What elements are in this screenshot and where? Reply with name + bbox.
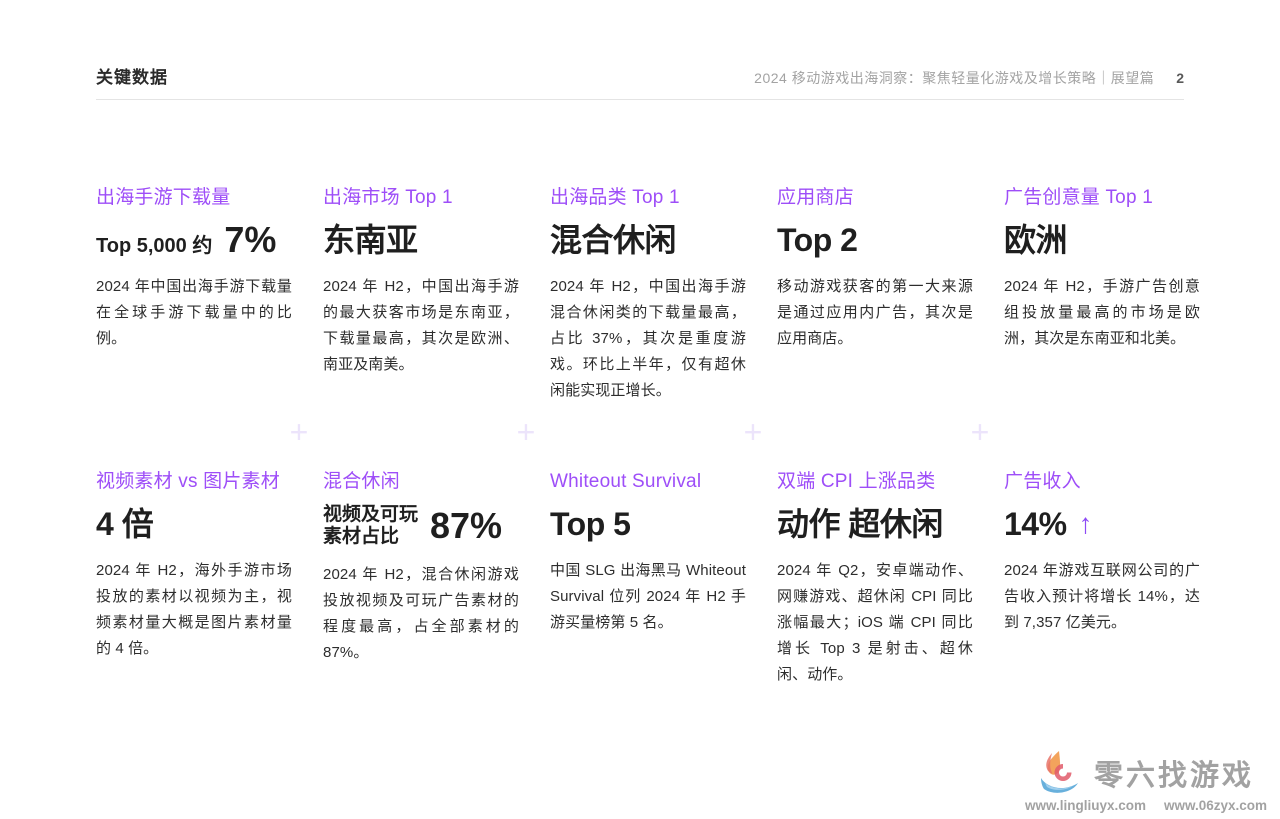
report-title: 2024 移动游戏出海洞察：聚焦轻量化游戏及增长策略｜展望篇 xyxy=(754,68,1154,88)
stat-card-downloads: 出海手游下载量 Top 5,000 约 7% 2024 年中国出海手游下载量在全… xyxy=(96,186,292,352)
headline-prefix: 视频及可玩 素材占比 xyxy=(323,504,418,548)
headline-value: 动作 超休闲 xyxy=(777,504,943,544)
stat-card-cpi-rise: 双端 CPI 上涨品类 动作 超休闲 2024 年 Q2，安卓端动作、网赚游戏、… xyxy=(777,470,973,688)
headline-value: Top 2 xyxy=(777,220,857,260)
card-label: Whiteout Survival xyxy=(550,470,746,494)
watermark-urls: www.lingliuyx.com www.06zyx.com xyxy=(1025,798,1267,813)
card-description: 2024 年 H2，混合休闲游戏投放视频及可玩广告素材的程度最高，占全部素材的 … xyxy=(323,562,519,666)
card-headline: Top 2 xyxy=(777,220,973,260)
stat-grid: 出海手游下载量 Top 5,000 约 7% 2024 年中国出海手游下载量在全… xyxy=(96,186,1206,688)
page-header: 关键数据 2024 移动游戏出海洞察：聚焦轻量化游戏及增长策略｜展望篇 2 xyxy=(96,0,1184,100)
card-label: 广告创意量 Top 1 xyxy=(1004,186,1200,210)
watermark-brand-name: 零六找游戏 xyxy=(1094,752,1254,794)
card-headline: 混合休闲 xyxy=(550,220,746,260)
card-headline: 欧洲 xyxy=(1004,220,1200,260)
headline-value: 混合休闲 xyxy=(550,220,676,260)
stat-card-hybrid-casual-share: 混合休闲 视频及可玩 素材占比 87% 2024 年 H2，混合休闲游戏投放视频… xyxy=(323,470,519,666)
stat-card-app-store: 应用商店 Top 2 移动游戏获客的第一大来源是通过应用内广告，其次是应用商店。 xyxy=(777,186,973,352)
crosshair-decoration: + xyxy=(286,419,312,445)
stat-card-ad-creatives: 广告创意量 Top 1 欧洲 2024 年 H2，手游广告创意组投放量最高的市场… xyxy=(1004,186,1200,352)
report-page: 关键数据 2024 移动游戏出海洞察：聚焦轻量化游戏及增长策略｜展望篇 2 出海… xyxy=(0,0,1280,819)
swirl-flame-logo-icon xyxy=(1038,750,1088,796)
card-headline: 4 倍 xyxy=(96,504,292,544)
headline-value: Top 5 xyxy=(550,504,630,544)
watermark-url-2: www.06zyx.com xyxy=(1164,798,1267,813)
card-headline: 视频及可玩 素材占比 87% xyxy=(323,504,519,548)
stat-card-video-vs-image: 视频素材 vs 图片素材 4 倍 2024 年 H2，海外手游市场投放的素材以视… xyxy=(96,470,292,662)
watermark-brand-row: 零六找游戏 xyxy=(1038,750,1254,796)
card-headline: 东南亚 xyxy=(323,220,519,260)
card-label: 广告收入 xyxy=(1004,470,1200,494)
card-label: 出海市场 Top 1 xyxy=(323,186,519,210)
headline-value: 7% xyxy=(224,220,276,260)
card-headline: 14% ↑ xyxy=(1004,504,1200,544)
card-description: 2024 年 H2，中国出海手游混合休闲类的下载量最高，占比 37%，其次是重度… xyxy=(550,274,746,404)
headline-value: 东南亚 xyxy=(323,220,418,260)
card-headline: Top 5 xyxy=(550,504,746,544)
stat-card-ad-revenue: 广告收入 14% ↑ 2024 年游戏互联网公司的广告收入预计将增长 14%，达… xyxy=(1004,470,1200,636)
headline-value: 4 倍 xyxy=(96,504,153,544)
headline-value: 14% xyxy=(1004,504,1067,544)
watermark-url-1: www.lingliuyx.com xyxy=(1025,798,1146,813)
card-label: 双端 CPI 上涨品类 xyxy=(777,470,973,494)
watermark: 零六找游戏 www.lingliuyx.com www.06zyx.com xyxy=(1026,750,1266,813)
card-description: 2024 年 H2，中国出海手游的最大获客市场是东南亚，下载量最高，其次是欧洲、… xyxy=(323,274,519,378)
headline-value: 87% xyxy=(430,506,502,546)
header-right: 2024 移动游戏出海洞察：聚焦轻量化游戏及增长策略｜展望篇 2 xyxy=(754,68,1184,88)
page-number: 2 xyxy=(1176,70,1184,86)
headline-value: 欧洲 xyxy=(1004,220,1067,260)
card-description: 2024 年 H2，海外手游市场投放的素材以视频为主，视频素材量大概是图片素材量… xyxy=(96,558,292,662)
up-arrow-icon: ↑ xyxy=(1079,508,1093,540)
card-description: 2024 年 Q2，安卓端动作、网赚游戏、超休闲 CPI 同比涨幅最大；iOS … xyxy=(777,558,973,688)
card-label: 视频素材 vs 图片素材 xyxy=(96,470,292,494)
crosshair-decoration: + xyxy=(513,419,539,445)
card-description: 移动游戏获客的第一大来源是通过应用内广告，其次是应用商店。 xyxy=(777,274,973,352)
card-headline: Top 5,000 约 7% xyxy=(96,220,292,260)
section-title: 关键数据 xyxy=(96,63,168,88)
card-label: 混合休闲 xyxy=(323,470,519,494)
stat-card-top-market: 出海市场 Top 1 东南亚 2024 年 H2，中国出海手游的最大获客市场是东… xyxy=(323,186,519,378)
card-description: 2024 年 H2，手游广告创意组投放量最高的市场是欧洲，其次是东南亚和北美。 xyxy=(1004,274,1200,352)
crosshair-decoration: + xyxy=(740,419,766,445)
card-description: 2024 年游戏互联网公司的广告收入预计将增长 14%，达到 7,357 亿美元… xyxy=(1004,558,1200,636)
card-description: 中国 SLG 出海黑马 Whiteout Survival 位列 2024 年 … xyxy=(550,558,746,636)
crosshair-decoration: + xyxy=(967,419,993,445)
stat-card-whiteout-survival: Whiteout Survival Top 5 中国 SLG 出海黑马 Whit… xyxy=(550,470,746,636)
card-label: 应用商店 xyxy=(777,186,973,210)
card-label: 出海手游下载量 xyxy=(96,186,292,210)
card-description: 2024 年中国出海手游下载量在全球手游下载量中的比例。 xyxy=(96,274,292,352)
card-label: 出海品类 Top 1 xyxy=(550,186,746,210)
stat-card-top-genre: 出海品类 Top 1 混合休闲 2024 年 H2，中国出海手游混合休闲类的下载… xyxy=(550,186,746,404)
headline-prefix: Top 5,000 约 xyxy=(96,229,212,258)
card-headline: 动作 超休闲 xyxy=(777,504,973,544)
